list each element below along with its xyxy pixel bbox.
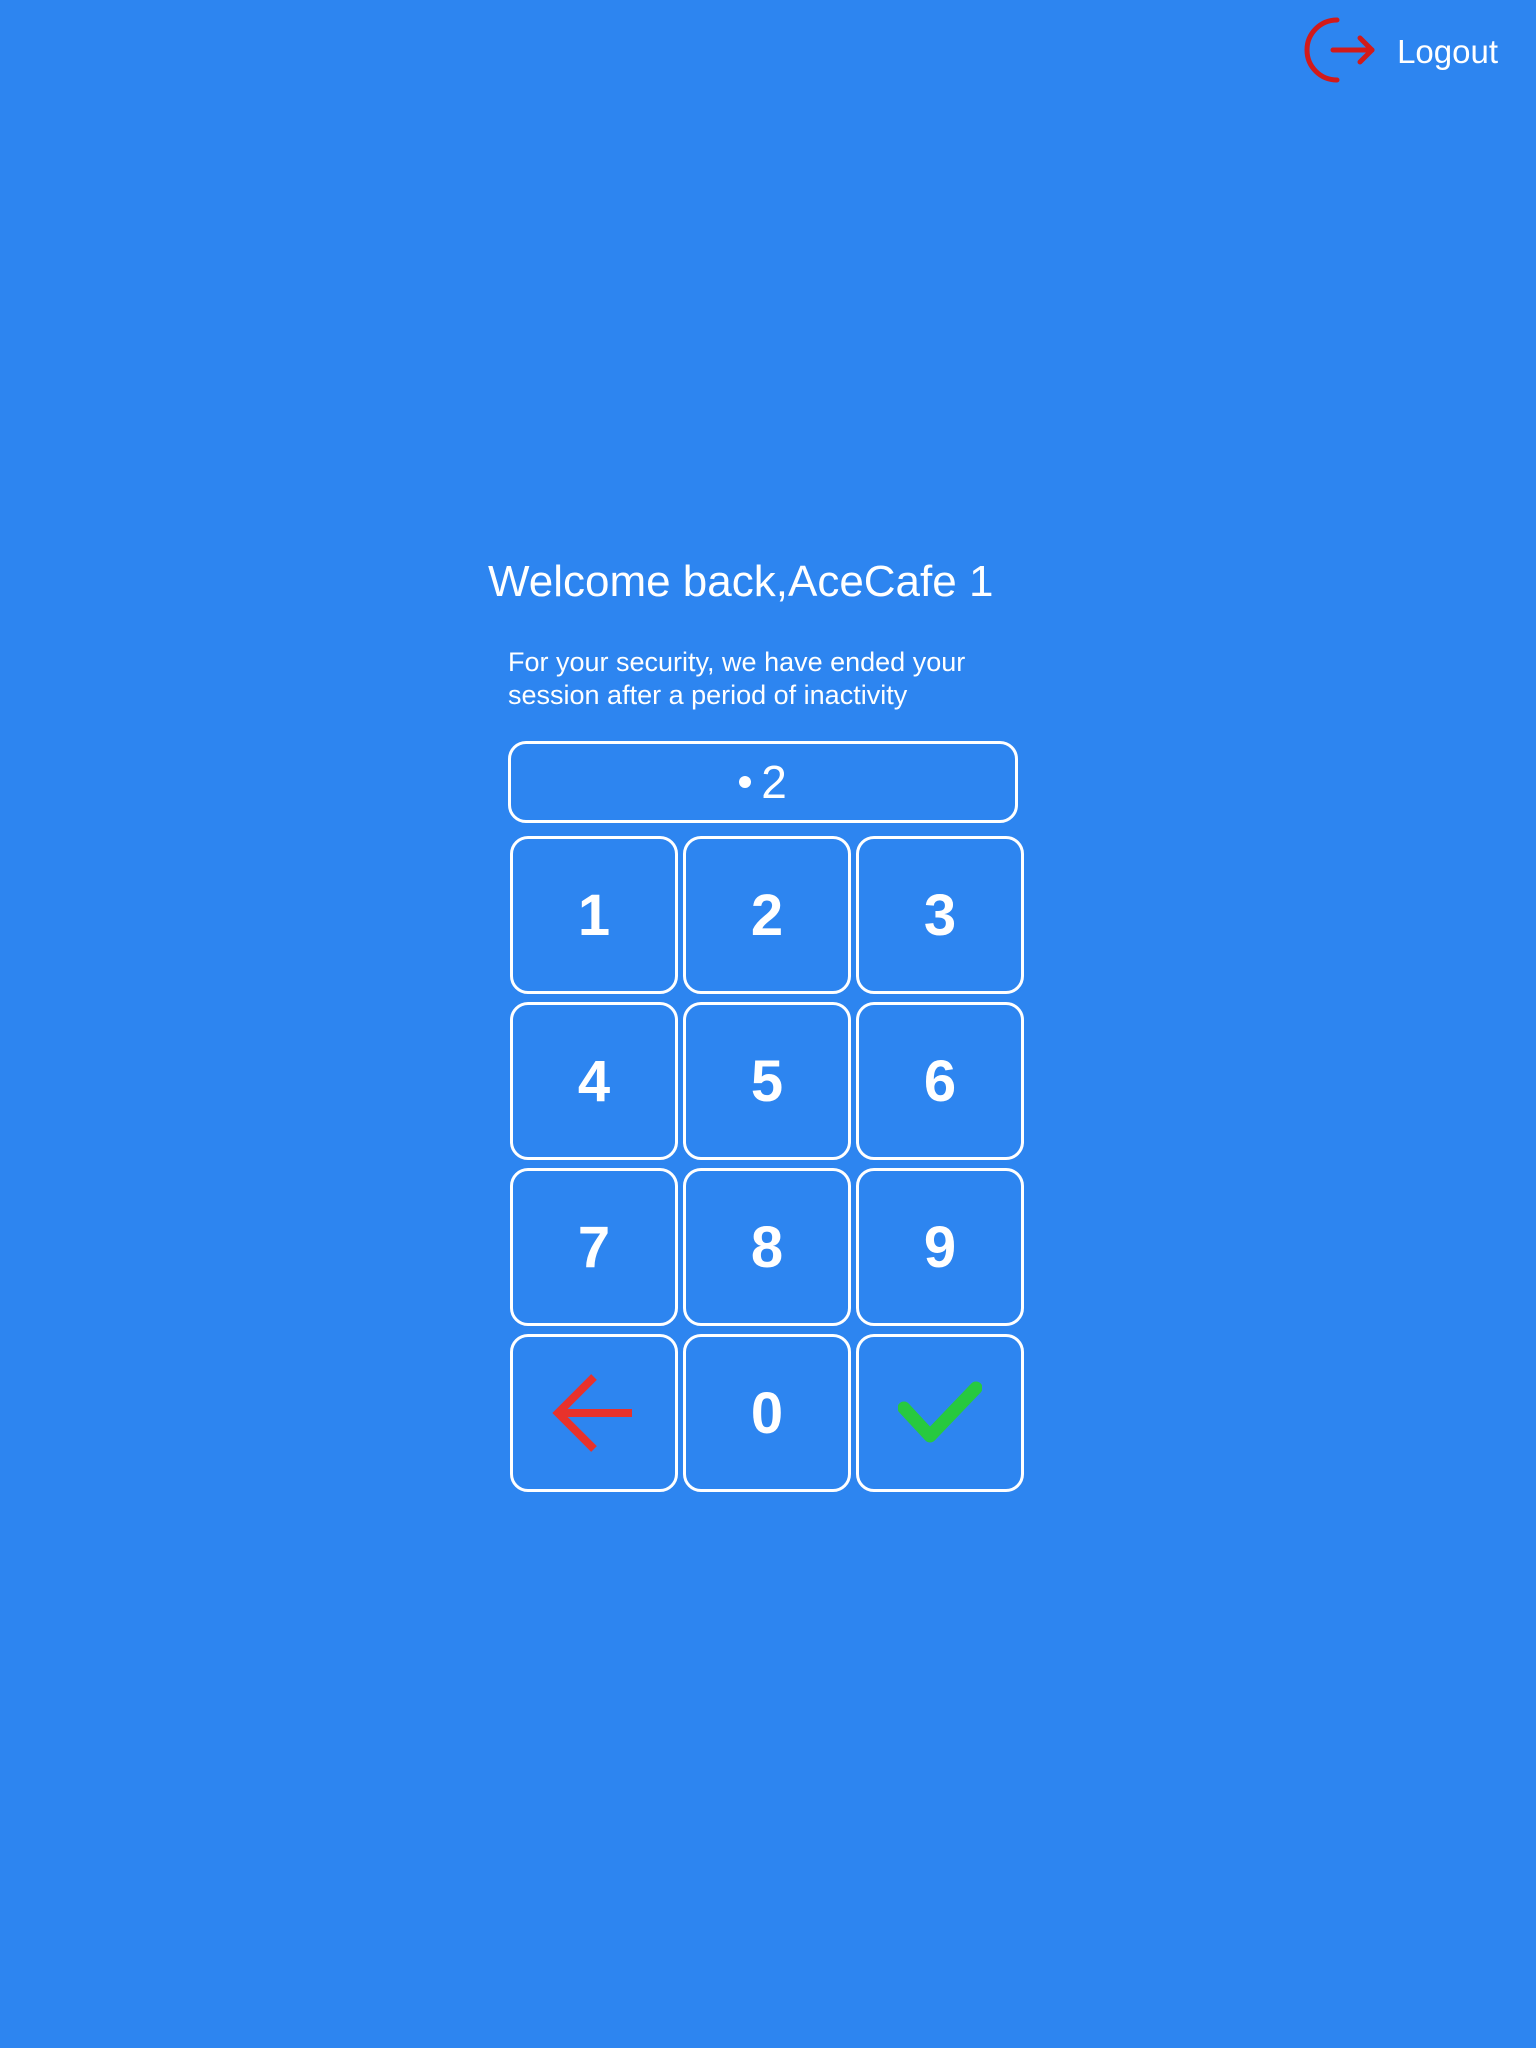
logout-label: Logout: [1397, 32, 1498, 70]
pin-mask-dot: [739, 776, 752, 788]
pin-display: 2: [508, 741, 1018, 823]
key-0[interactable]: 0: [683, 1334, 851, 1492]
logout-button[interactable]: Logout: [1297, 12, 1498, 90]
key-9[interactable]: 9: [856, 1168, 1024, 1326]
key-2[interactable]: 2: [683, 836, 851, 994]
submit-button[interactable]: [856, 1334, 1024, 1492]
welcome-title: Welcome back,AceCafe 1: [488, 557, 994, 606]
key-5[interactable]: 5: [683, 1002, 851, 1160]
backspace-button[interactable]: [510, 1334, 678, 1492]
pin-login-panel: Welcome back,AceCafe 1 For your security…: [488, 556, 1028, 1492]
keypad: 1 2 3 4 5 6 7 8 9 0: [510, 836, 1024, 1492]
key-4[interactable]: 4: [510, 1002, 678, 1160]
key-3[interactable]: 3: [856, 836, 1024, 994]
check-icon: [898, 1380, 982, 1446]
key-8[interactable]: 8: [683, 1168, 851, 1326]
inactivity-message: For your security, we have ended your se…: [508, 647, 966, 710]
key-6[interactable]: 6: [856, 1002, 1024, 1160]
key-1[interactable]: 1: [510, 836, 678, 994]
pin-visible-digit: 2: [761, 756, 787, 808]
key-7[interactable]: 7: [510, 1168, 678, 1326]
arrow-left-icon: [552, 1373, 636, 1453]
logout-icon: [1297, 12, 1377, 90]
